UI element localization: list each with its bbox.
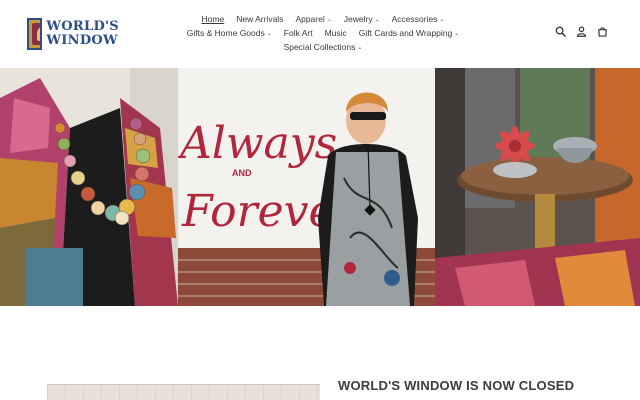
nav-item-special-collections[interactable]: Special Collections ⌄ xyxy=(284,40,363,55)
nav-item-music-label: Music xyxy=(324,28,347,38)
mural-text-and: AND xyxy=(232,168,252,178)
hero-image-mural-woman: Always AND Forever xyxy=(178,68,435,306)
nav-item-gifts-label: Gifts & Home Goods xyxy=(186,27,265,38)
store-closed-heading: WORLD'S WINDOW IS NOW CLOSED xyxy=(338,378,575,393)
search-icon[interactable] xyxy=(555,26,566,37)
nav-row-3: Special Collections ⌄ xyxy=(188,40,458,54)
nav-item-gifts-home-goods[interactable]: Gifts & Home Goods ⌄ xyxy=(187,26,272,41)
jacket-necklace-illustration xyxy=(0,68,178,306)
store-closed-image xyxy=(47,384,320,400)
nav-item-music[interactable]: Music xyxy=(325,26,347,40)
chevron-down-icon: ⌄ xyxy=(266,30,272,37)
cart-icon[interactable] xyxy=(597,26,608,37)
nav-item-folk-art[interactable]: Folk Art xyxy=(284,26,313,40)
site-logo[interactable]: WORLD'S WINDOW xyxy=(27,17,119,51)
mural-text-always: Always xyxy=(178,118,337,169)
nav-item-new-arrivals-label: New Arrivals xyxy=(236,14,284,24)
nav-item-special-collections-label: Special Collections xyxy=(283,41,356,52)
logo-text: WORLD'S WINDOW xyxy=(46,20,119,48)
site-header: WORLD'S WINDOW Home New Arrivals Apparel… xyxy=(0,0,640,68)
chevron-down-icon: ⌄ xyxy=(439,16,445,23)
main-navigation: Home New Arrivals Apparel ⌄ Jewelry ⌄ Acce… xyxy=(187,12,459,54)
chevron-down-icon: ⌄ xyxy=(374,16,380,23)
chevron-down-icon: ⌄ xyxy=(326,16,332,23)
table-succulent-illustration xyxy=(435,68,640,306)
chevron-down-icon: ⌄ xyxy=(454,30,460,37)
chevron-down-icon: ⌄ xyxy=(357,44,363,51)
nav-item-accessories[interactable]: Accessories ⌄ xyxy=(392,12,445,27)
hero-banner: Always AND Forever xyxy=(0,68,640,306)
nav-item-accessories-label: Accessories xyxy=(391,13,438,24)
nav-item-jewelry-label: Jewelry xyxy=(343,13,373,24)
hero-image-jacket-necklace xyxy=(0,68,178,306)
nav-item-home[interactable]: Home xyxy=(202,12,225,26)
logo-line-2: WINDOW xyxy=(46,33,118,48)
account-icon[interactable] xyxy=(576,26,587,37)
nav-item-gift-cards[interactable]: Gift Cards and Wrapping ⌄ xyxy=(359,26,459,41)
hero-image-table-succulent xyxy=(435,68,640,306)
nav-row-2: Gifts & Home Goods ⌄ Folk Art Music Gift … xyxy=(187,26,459,41)
mural-woman-illustration: Always AND Forever xyxy=(178,68,435,306)
nav-item-gift-cards-label: Gift Cards and Wrapping xyxy=(358,27,453,38)
nav-item-apparel-label: Apparel xyxy=(295,13,325,24)
nav-item-apparel[interactable]: Apparel ⌄ xyxy=(295,12,331,27)
nav-item-new-arrivals[interactable]: New Arrivals xyxy=(236,12,283,26)
nav-item-jewelry[interactable]: Jewelry ⌄ xyxy=(344,12,380,27)
nav-item-folk-art-label: Folk Art xyxy=(283,28,313,38)
nav-row-1: Home New Arrivals Apparel ⌄ Jewelry ⌄ Acce… xyxy=(188,12,458,26)
logo-mark-icon xyxy=(27,18,43,50)
logo-line-1: WORLD'S xyxy=(46,19,119,34)
nav-item-home-label: Home xyxy=(201,14,225,24)
header-icons xyxy=(555,26,608,37)
